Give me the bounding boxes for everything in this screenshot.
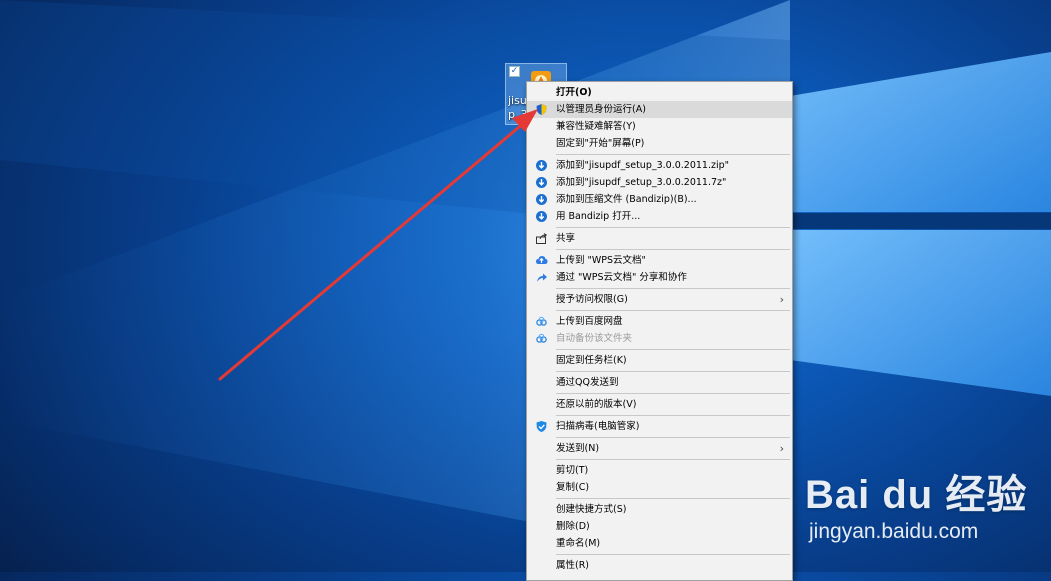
- menu-item-upload-baidu[interactable]: 上传到百度网盘: [527, 313, 792, 330]
- tencent-shield-icon: [535, 420, 548, 433]
- menu-item-label: 通过QQ发送到: [556, 377, 619, 388]
- watermark-logo: Bai du 经验: [805, 473, 1028, 517]
- baidu-jingyan-watermark: Bai du 经验 jingyan.baidu.com: [805, 462, 1027, 544]
- context-menu: 打开(O) 以管理员身份运行(A) 兼容性疑难解答(Y) 固定到"开始"屏幕(P) 添加…: [526, 81, 793, 581]
- bandizip-icon: [535, 159, 548, 172]
- menu-separator: [556, 437, 790, 438]
- menu-item-label: 打开(O): [556, 87, 592, 98]
- cloud-upload-icon: [535, 254, 548, 267]
- selection-checkbox-icon[interactable]: ✓: [509, 66, 520, 77]
- menu-item-label: 兼容性疑难解答(Y): [556, 121, 636, 132]
- menu-item-label: 属性(R): [556, 560, 590, 571]
- menu-separator: [556, 288, 790, 289]
- menu-item-label: 上传到百度网盘: [556, 316, 623, 327]
- menu-item-create-shortcut[interactable]: 创建快捷方式(S): [527, 501, 792, 518]
- bandizip-icon: [535, 210, 548, 223]
- menu-item-label: 重命名(M): [556, 538, 601, 549]
- share-icon: [535, 232, 548, 245]
- menu-item-label: 通过 "WPS云文档" 分享和协作: [556, 272, 687, 283]
- menu-item-label: 剪切(T): [556, 465, 589, 476]
- menu-item-share[interactable]: 共享: [527, 230, 792, 247]
- menu-separator: [556, 249, 790, 250]
- menu-separator: [556, 554, 790, 555]
- menu-item-label: 复制(C): [556, 482, 590, 493]
- menu-item-cut[interactable]: 剪切(T): [527, 462, 792, 479]
- menu-item-rename[interactable]: 重命名(M): [527, 535, 792, 552]
- menu-item-label: 上传到 "WPS云文档": [556, 255, 646, 266]
- menu-item-open-with-bandizip[interactable]: 用 Bandizip 打开...: [527, 208, 792, 225]
- menu-item-restore-previous[interactable]: 还原以前的版本(V): [527, 396, 792, 413]
- watermark-url: jingyan.baidu.com: [809, 520, 979, 543]
- menu-item-upload-wps[interactable]: 上传到 "WPS云文档": [527, 252, 792, 269]
- chevron-right-icon: ›: [779, 442, 784, 455]
- chevron-right-icon: ›: [779, 293, 784, 306]
- menu-separator: [556, 154, 790, 155]
- menu-item-delete[interactable]: 删除(D): [527, 518, 792, 535]
- menu-separator: [556, 393, 790, 394]
- share-arrow-icon: [535, 271, 548, 284]
- shield-icon: [535, 103, 548, 116]
- menu-item-label: 固定到"开始"屏幕(P): [556, 138, 645, 149]
- menu-separator: [556, 459, 790, 460]
- menu-item-label: 用 Bandizip 打开...: [556, 211, 641, 222]
- menu-separator: [556, 310, 790, 311]
- menu-separator: [556, 415, 790, 416]
- menu-item-label: 还原以前的版本(V): [556, 399, 637, 410]
- menu-item-compat-troubleshoot[interactable]: 兼容性疑难解答(Y): [527, 118, 792, 135]
- baidu-cloud-icon: [535, 332, 548, 345]
- menu-item-label: 授予访问权限(G): [556, 294, 628, 305]
- baidu-cloud-icon: [535, 315, 548, 328]
- menu-item-auto-backup: 自动备份该文件夹: [527, 330, 792, 347]
- menu-item-copy[interactable]: 复制(C): [527, 479, 792, 496]
- menu-item-label: 创建快捷方式(S): [556, 504, 627, 515]
- menu-item-send-to[interactable]: 发送到(N) ›: [527, 440, 792, 457]
- menu-item-open[interactable]: 打开(O): [527, 84, 792, 101]
- menu-separator: [556, 227, 790, 228]
- menu-item-add-to-7z[interactable]: 添加到"jisupdf_setup_3.0.0.2011.7z": [527, 174, 792, 191]
- menu-item-scan-virus[interactable]: 扫描病毒(电脑管家): [527, 418, 792, 435]
- bandizip-icon: [535, 176, 548, 189]
- menu-item-label: 添加到压缩文件 (Bandizip)(B)...: [556, 194, 697, 205]
- menu-separator: [556, 371, 790, 372]
- menu-item-run-as-admin[interactable]: 以管理员身份运行(A): [527, 101, 792, 118]
- menu-separator: [556, 498, 790, 499]
- menu-item-label: 固定到任务栏(K): [556, 355, 627, 366]
- menu-item-send-qq[interactable]: 通过QQ发送到: [527, 374, 792, 391]
- menu-item-properties[interactable]: 属性(R): [527, 557, 792, 574]
- menu-item-label: 自动备份该文件夹: [556, 333, 633, 344]
- menu-item-pin-taskbar[interactable]: 固定到任务栏(K): [527, 352, 792, 369]
- menu-item-grant-access[interactable]: 授予访问权限(G) ›: [527, 291, 792, 308]
- menu-item-label: 共享: [556, 233, 576, 244]
- menu-item-label: 删除(D): [556, 521, 590, 532]
- menu-item-add-to-zip[interactable]: 添加到"jisupdf_setup_3.0.0.2011.zip": [527, 157, 792, 174]
- bandizip-icon: [535, 193, 548, 206]
- menu-item-add-to-archive[interactable]: 添加到压缩文件 (Bandizip)(B)...: [527, 191, 792, 208]
- menu-item-pin-to-start[interactable]: 固定到"开始"屏幕(P): [527, 135, 792, 152]
- menu-item-label: 以管理员身份运行(A): [556, 104, 646, 115]
- menu-item-label: 添加到"jisupdf_setup_3.0.0.2011.zip": [556, 160, 730, 171]
- menu-separator: [556, 349, 790, 350]
- menu-item-label: 扫描病毒(电脑管家): [556, 421, 640, 432]
- menu-item-label: 添加到"jisupdf_setup_3.0.0.2011.7z": [556, 177, 727, 188]
- menu-item-share-wps[interactable]: 通过 "WPS云文档" 分享和协作: [527, 269, 792, 286]
- menu-item-label: 发送到(N): [556, 443, 600, 454]
